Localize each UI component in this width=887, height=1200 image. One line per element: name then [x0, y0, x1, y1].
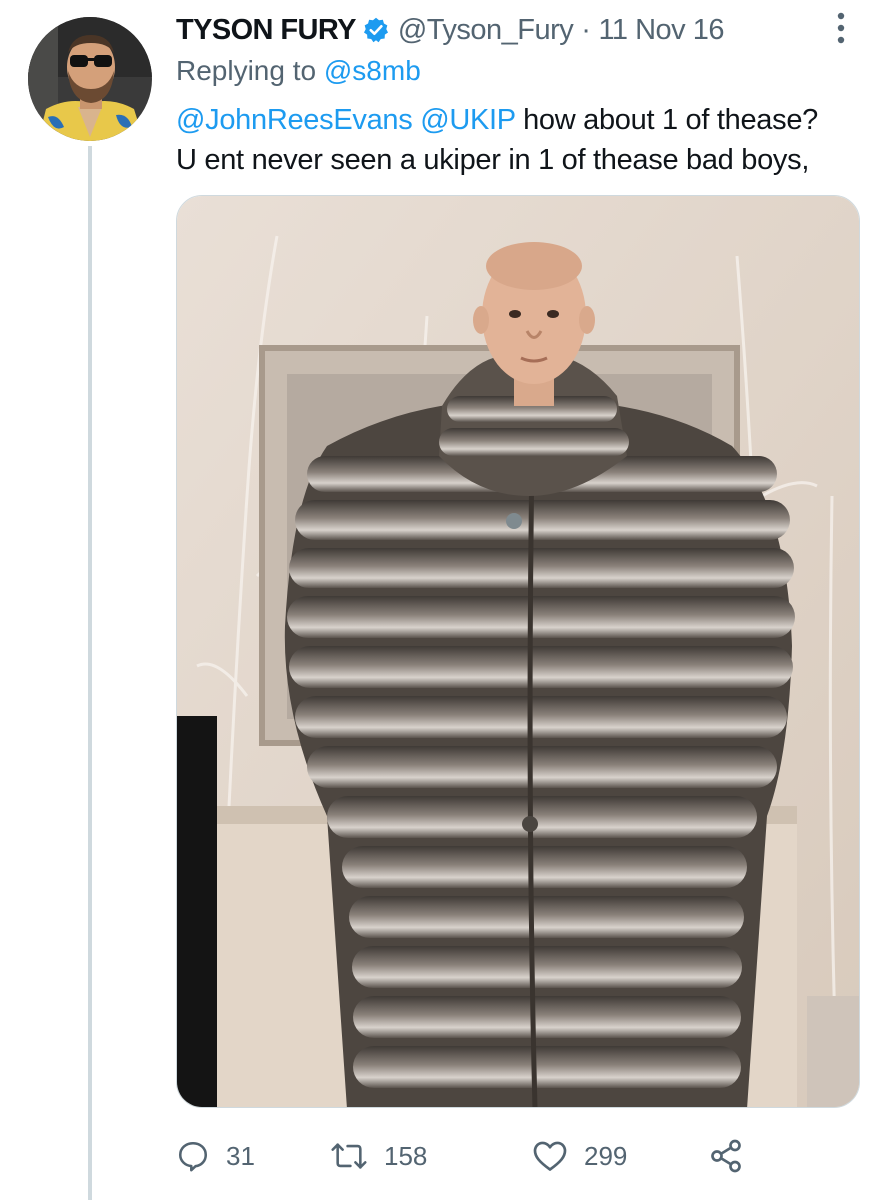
thread-line — [88, 146, 92, 1200]
share-icon — [711, 1139, 741, 1173]
author-name[interactable]: TYSON FURY — [176, 14, 356, 47]
heart-icon — [533, 1141, 567, 1171]
author-handle[interactable]: @Tyson_Fury — [398, 14, 574, 47]
tweet-photo[interactable] — [176, 195, 860, 1108]
tweet-text: @JohnReesEvans @UKIP how about 1 of thea… — [176, 100, 866, 180]
avatar[interactable] — [28, 17, 152, 141]
replying-to: Replying to @s8mb — [176, 55, 421, 87]
verified-badge-icon — [362, 16, 390, 44]
photo-fur-coat — [177, 196, 859, 1107]
retweet-button[interactable]: 158 — [330, 1134, 427, 1178]
tweet-text-line-2: U ent never seen a ukiper in 1 of thease… — [176, 144, 810, 176]
separator-dot: · — [581, 13, 591, 46]
tweet-date[interactable]: 11 Nov 16 — [598, 14, 724, 47]
mention-johnreesevans[interactable]: @JohnReesEvans — [176, 104, 413, 136]
share-button[interactable] — [708, 1134, 744, 1178]
like-count: 299 — [584, 1140, 628, 1171]
action-bar: 31 158 299 — [176, 1134, 860, 1178]
replying-prefix: Replying to — [176, 55, 324, 86]
avatar-image — [28, 17, 152, 141]
tweet-text-line-1: @JohnReesEvans @UKIP how about 1 of thea… — [176, 100, 866, 140]
retweet-icon — [331, 1143, 367, 1169]
mention-ukip[interactable]: @UKIP — [420, 104, 515, 136]
replying-to-mention[interactable]: @s8mb — [324, 55, 421, 86]
like-button[interactable]: 299 — [532, 1134, 627, 1178]
reply-icon — [178, 1141, 208, 1172]
retweet-count: 158 — [384, 1140, 428, 1171]
more-options-icon[interactable] — [828, 10, 854, 46]
reply-button[interactable]: 31 — [176, 1134, 255, 1178]
tweet-header: TYSON FURY @Tyson_Fury · 11 Nov 16 — [176, 10, 724, 50]
reply-count: 31 — [226, 1140, 255, 1171]
tweet-text-line-1-rest: how about 1 of thease? — [515, 104, 818, 136]
